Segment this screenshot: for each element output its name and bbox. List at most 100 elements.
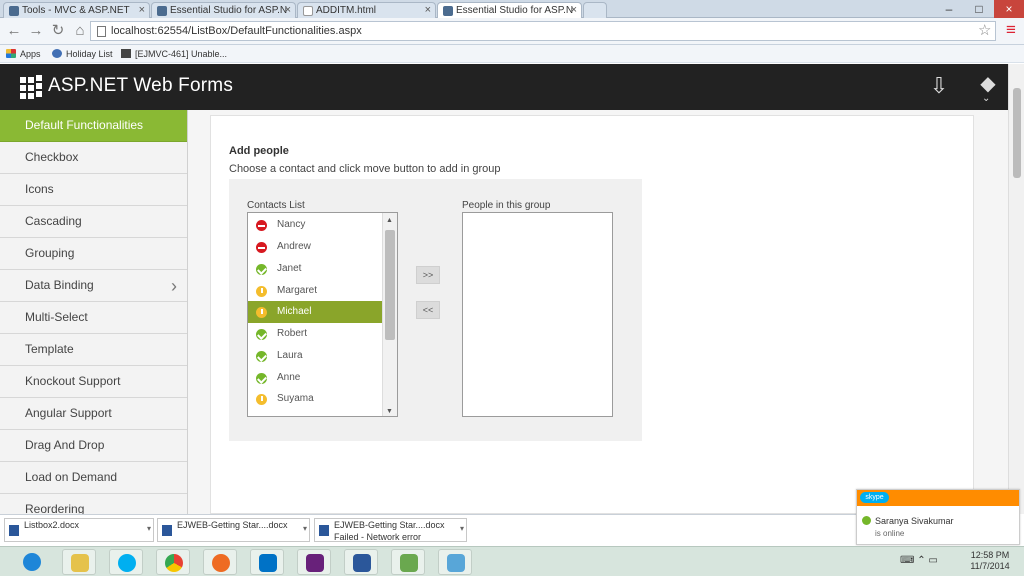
apps-icon (6, 49, 16, 58)
dropdown-arrow-icon[interactable]: ▾ (460, 523, 464, 535)
firefox-icon[interactable] (203, 549, 237, 575)
skype-contact-name: Saranya Sivakumar (875, 516, 954, 526)
browser-tab-essential-1[interactable]: Essential Studio for ASP.N × (151, 2, 296, 18)
skype-notification[interactable]: skype Saranya Sivakumar is online (856, 489, 1020, 545)
download-item-ejweb-failed[interactable]: EJWEB-Getting Star....docx Failed - Netwo… (314, 518, 467, 542)
chevron-down-icon[interactable]: ⌄ (982, 93, 990, 104)
scrollbar-thumb[interactable] (1013, 88, 1021, 178)
sidebar-item-checkbox[interactable]: Checkbox (0, 142, 187, 174)
close-icon[interactable]: × (571, 3, 577, 18)
sidebar-item-label: Icons (25, 182, 54, 196)
chrome-icon[interactable] (156, 549, 190, 575)
sidebar-item-load-on-demand[interactable]: Load on Demand (0, 462, 187, 494)
bookmark-apps[interactable]: Apps (6, 47, 41, 61)
browser-menu-icon[interactable]: ≡ (1006, 20, 1016, 40)
list-item[interactable]: Anne (248, 367, 382, 389)
away-status-icon (256, 394, 267, 405)
site-icon (9, 6, 19, 16)
selected-list-item[interactable]: Michael (248, 301, 382, 323)
tab-label: Tools - MVC & ASP.NET (22, 5, 130, 16)
site-icon (121, 49, 131, 58)
back-icon[interactable]: ← (5, 22, 23, 40)
move-left-button[interactable]: << (416, 301, 440, 319)
dropdown-arrow-icon[interactable]: ▾ (147, 523, 151, 535)
sidebar-item-label: Cascading (25, 214, 82, 228)
site-icon (157, 6, 167, 16)
contacts-scrollbar[interactable]: ▲ ▼ (382, 213, 397, 416)
sidebar-item-cascading[interactable]: Cascading (0, 206, 187, 238)
list-item[interactable]: Andrew (248, 236, 382, 258)
skype-taskbar-icon[interactable] (109, 549, 143, 575)
restore-icon[interactable]: □ (964, 0, 994, 18)
listbox-demo-card: Add people Choose a contact and click mo… (210, 115, 974, 514)
downloads-bar: Listbox2.docx ▾ EJWEB-Getting Star....doc… (0, 514, 856, 546)
section-heading: Add people (229, 145, 289, 157)
bookmark-holiday-list[interactable]: Holiday List (52, 47, 113, 61)
tool-icon[interactable] (438, 549, 472, 575)
outlook-icon[interactable] (250, 549, 284, 575)
browser-tab-strip: Tools - MVC & ASP.NET × Essential Studio… (0, 0, 1024, 18)
project-icon[interactable] (391, 549, 425, 575)
document-icon (303, 6, 313, 16)
browser-tab-essential-active[interactable]: Essential Studio for ASP.N × (437, 2, 582, 18)
close-icon[interactable]: × (139, 3, 145, 18)
sidebar-item-template[interactable]: Template (0, 334, 187, 366)
list-item[interactable]: Nancy (248, 214, 382, 236)
list-item[interactable]: Margaret (248, 280, 382, 302)
scrollbar-thumb[interactable] (385, 230, 395, 340)
move-right-button[interactable]: >> (416, 266, 440, 284)
contact-name: Nancy (277, 219, 306, 230)
sidebar-item-angular-support[interactable]: Angular Support (0, 398, 187, 430)
people-in-group-listbox[interactable] (462, 212, 613, 417)
sidebar-item-grouping[interactable]: Grouping (0, 238, 187, 270)
minimize-icon[interactable]: – (934, 0, 964, 18)
list-item[interactable]: Suyama (248, 388, 382, 410)
clock[interactable]: 12:58 PM 11/7/2014 (961, 550, 1019, 572)
reload-icon[interactable]: ↻ (49, 22, 67, 40)
home-icon[interactable]: ⌂ (71, 22, 89, 40)
tab-label: Essential Studio for ASP.N (170, 5, 288, 16)
sidebar-item-data-binding[interactable]: Data Binding › (0, 270, 187, 302)
contacts-listbox[interactable]: Nancy Andrew Janet Margaret Michael Robe… (247, 212, 398, 417)
sidebar-item-label: Default Functionalities (25, 118, 144, 132)
scroll-down-icon[interactable]: ▼ (386, 408, 393, 415)
download-title: Listbox2.docx (24, 520, 80, 530)
dropdown-arrow-icon[interactable]: ▾ (303, 523, 307, 535)
sidebar-item-knockout-support[interactable]: Knockout Support (0, 366, 187, 398)
word-icon[interactable] (344, 549, 378, 575)
scroll-up-icon[interactable]: ▲ (386, 217, 393, 224)
screen: Tools - MVC & ASP.NET × Essential Studio… (0, 0, 1024, 576)
contact-name: Laura (277, 350, 303, 361)
busy-status-icon (256, 220, 267, 231)
close-window-icon[interactable]: × (994, 0, 1024, 18)
file-explorer-icon[interactable] (62, 549, 96, 575)
app-title: ASP.NET Web Forms (48, 75, 234, 96)
sidebar-item-reordering[interactable]: Reordering (0, 494, 187, 514)
bookmark-star-icon[interactable]: ☆ (978, 21, 991, 39)
sidebar-item-icons[interactable]: Icons (0, 174, 187, 206)
browser-tab-tools[interactable]: Tools - MVC & ASP.NET × (3, 2, 150, 18)
forward-icon[interactable]: → (27, 22, 45, 40)
sidebar-item-default-functionalities[interactable]: Default Functionalities (0, 110, 187, 142)
download-icon[interactable]: ⇩ (928, 75, 950, 98)
bookmark-ejmvc[interactable]: [EJMVC-461] Unable... (121, 47, 227, 61)
sidebar-item-drag-and-drop[interactable]: Drag And Drop (0, 430, 187, 462)
address-bar[interactable]: localhost:62554/ListBox/DefaultFunctiona… (90, 21, 996, 41)
sidebar-item-multi-select[interactable]: Multi-Select (0, 302, 187, 334)
list-item[interactable]: Laura (248, 345, 382, 367)
system-tray: ⌨ ⌃ ▭ (900, 555, 938, 566)
new-tab-button[interactable] (583, 2, 607, 18)
internet-explorer-icon[interactable] (15, 549, 49, 575)
close-icon[interactable]: × (285, 3, 291, 18)
bookmark-label: Holiday List (66, 49, 113, 59)
download-item-listbox2[interactable]: Listbox2.docx ▾ (4, 518, 154, 542)
list-item[interactable]: Janet (248, 258, 382, 280)
browser-tab-additm[interactable]: ADDITM.html × (297, 2, 436, 18)
away-status-icon (256, 307, 267, 318)
close-icon[interactable]: × (425, 3, 431, 18)
word-document-icon (319, 525, 329, 536)
download-item-ejweb-1[interactable]: EJWEB-Getting Star....docx ▾ (157, 518, 310, 542)
list-item[interactable]: Robert (248, 323, 382, 345)
page-scrollbar[interactable] (1008, 64, 1024, 514)
visual-studio-icon[interactable] (297, 549, 331, 575)
